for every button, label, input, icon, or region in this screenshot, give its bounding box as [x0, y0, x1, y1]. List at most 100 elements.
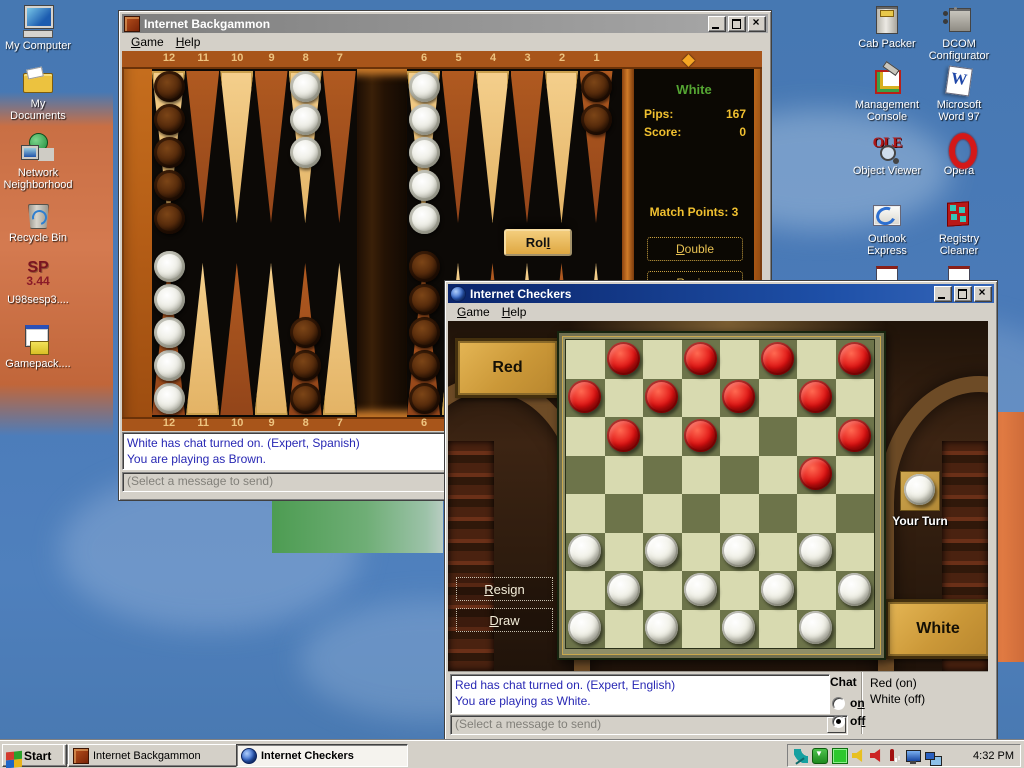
- backgammon-titlebar[interactable]: Internet Backgammon: [122, 14, 768, 33]
- board-square[interactable]: [682, 533, 721, 572]
- brown-checker[interactable]: [154, 203, 185, 234]
- white-checker-piece[interactable]: [761, 573, 794, 606]
- board-square[interactable]: [682, 379, 721, 418]
- board-square[interactable]: [836, 379, 875, 418]
- board-square[interactable]: [720, 417, 759, 456]
- brown-checker[interactable]: [154, 170, 185, 201]
- red-checker-piece[interactable]: [684, 419, 717, 452]
- radio-on[interactable]: [832, 697, 845, 710]
- white-checker[interactable]: [154, 350, 185, 381]
- board-square[interactable]: [566, 456, 605, 495]
- white-checker-piece[interactable]: [684, 573, 717, 606]
- white-checker-piece[interactable]: [799, 534, 832, 567]
- board-square[interactable]: [566, 340, 605, 379]
- desktop-icon-gamepack[interactable]: Gamepack....: [0, 324, 76, 370]
- white-checker[interactable]: [154, 317, 185, 348]
- display-icon[interactable]: [906, 750, 921, 762]
- white-checker[interactable]: [409, 170, 440, 201]
- red-checker-piece[interactable]: [568, 380, 601, 413]
- desktop-icon-my-computer[interactable]: My Computer: [0, 6, 76, 52]
- board-square[interactable]: [759, 610, 798, 649]
- board-square[interactable]: [643, 494, 682, 533]
- board-square[interactable]: [605, 379, 644, 418]
- board-square[interactable]: [759, 533, 798, 572]
- network-computers-icon[interactable]: [925, 752, 935, 760]
- white-checker-piece[interactable]: [799, 611, 832, 644]
- board-square[interactable]: [682, 610, 721, 649]
- menu-item-game[interactable]: Game: [451, 304, 496, 320]
- red-checker-piece[interactable]: [761, 342, 794, 375]
- board-square[interactable]: [836, 610, 875, 649]
- board-square[interactable]: [720, 340, 759, 379]
- board-square[interactable]: [797, 340, 836, 379]
- white-checker-piece[interactable]: [568, 611, 601, 644]
- white-checker[interactable]: [409, 203, 440, 234]
- menu-item-help[interactable]: Help: [170, 34, 207, 50]
- taskbar-clock[interactable]: 4:32 PM: [973, 750, 1014, 762]
- board-square[interactable]: [797, 571, 836, 610]
- brown-checker[interactable]: [154, 104, 185, 135]
- red-checker-piece[interactable]: [838, 342, 871, 375]
- brown-checker[interactable]: [154, 71, 185, 102]
- board-square[interactable]: [720, 456, 759, 495]
- draw-button[interactable]: Draw: [456, 608, 553, 632]
- board-square[interactable]: [759, 417, 798, 456]
- board-square[interactable]: [759, 494, 798, 533]
- board-square[interactable]: [682, 494, 721, 533]
- board-square[interactable]: [643, 456, 682, 495]
- menu-item-help[interactable]: Help: [496, 304, 533, 320]
- board-square[interactable]: [605, 533, 644, 572]
- brown-checker[interactable]: [409, 350, 440, 381]
- board-square[interactable]: [836, 533, 875, 572]
- red-checker-piece[interactable]: [838, 419, 871, 452]
- red-checker-piece[interactable]: [684, 342, 717, 375]
- white-checker-piece[interactable]: [722, 611, 755, 644]
- red-checker-piece[interactable]: [645, 380, 678, 413]
- radio-off[interactable]: [832, 715, 845, 728]
- board-square[interactable]: [566, 571, 605, 610]
- red-checker-piece[interactable]: [607, 342, 640, 375]
- task-button-internet-checkers[interactable]: Internet Checkers: [236, 744, 408, 767]
- white-checker-piece[interactable]: [722, 534, 755, 567]
- brown-checker[interactable]: [409, 251, 440, 282]
- board-square[interactable]: [797, 417, 836, 456]
- minimize-button[interactable]: [934, 286, 952, 302]
- resign-button[interactable]: Resign: [456, 577, 553, 601]
- board-square[interactable]: [759, 379, 798, 418]
- board-square[interactable]: [759, 456, 798, 495]
- brown-checker[interactable]: [409, 317, 440, 348]
- thermometer-icon[interactable]: [888, 749, 902, 763]
- checkers-titlebar[interactable]: Internet Checkers: [448, 284, 994, 303]
- board-square[interactable]: [566, 494, 605, 533]
- close-button[interactable]: [974, 286, 992, 302]
- volume-icon[interactable]: [852, 749, 866, 763]
- board-square[interactable]: [643, 417, 682, 456]
- chat-off-option[interactable]: off: [832, 714, 865, 728]
- minimize-button[interactable]: [708, 16, 726, 32]
- white-checker-piece[interactable]: [607, 573, 640, 606]
- meter-icon[interactable]: [832, 748, 848, 764]
- board-square[interactable]: [605, 456, 644, 495]
- board-square[interactable]: [643, 340, 682, 379]
- update-icon[interactable]: [812, 748, 828, 764]
- maximize-button[interactable]: [728, 16, 746, 32]
- desktop-icon-recycle-bin[interactable]: Recycle Bin: [0, 198, 76, 244]
- checkers-message-combo[interactable]: (Select a message to send) ▼: [450, 715, 848, 735]
- maximize-button[interactable]: [954, 286, 972, 302]
- white-checker-piece[interactable]: [568, 534, 601, 567]
- white-checker-piece[interactable]: [645, 534, 678, 567]
- white-checker[interactable]: [409, 71, 440, 102]
- board-square[interactable]: [720, 494, 759, 533]
- board-square[interactable]: [720, 571, 759, 610]
- desktop-icon-dcom-configurator[interactable]: DCOMConfigurator: [914, 4, 1004, 62]
- close-button[interactable]: [748, 16, 766, 32]
- board-square[interactable]: [836, 494, 875, 533]
- white-checker-piece[interactable]: [838, 573, 871, 606]
- white-checker[interactable]: [409, 137, 440, 168]
- board-square[interactable]: [605, 610, 644, 649]
- desktop-icon-registry-cleaner[interactable]: RegistryCleaner: [914, 199, 1004, 257]
- desktop-icon-opera[interactable]: Opera: [914, 131, 1004, 177]
- board-square[interactable]: [682, 456, 721, 495]
- desktop-icon-microsoft-word-97[interactable]: WMicrosoftWord 97: [914, 65, 1004, 123]
- desktop-icon-sp-344[interactable]: SP3.44U98sesp3....: [0, 260, 76, 306]
